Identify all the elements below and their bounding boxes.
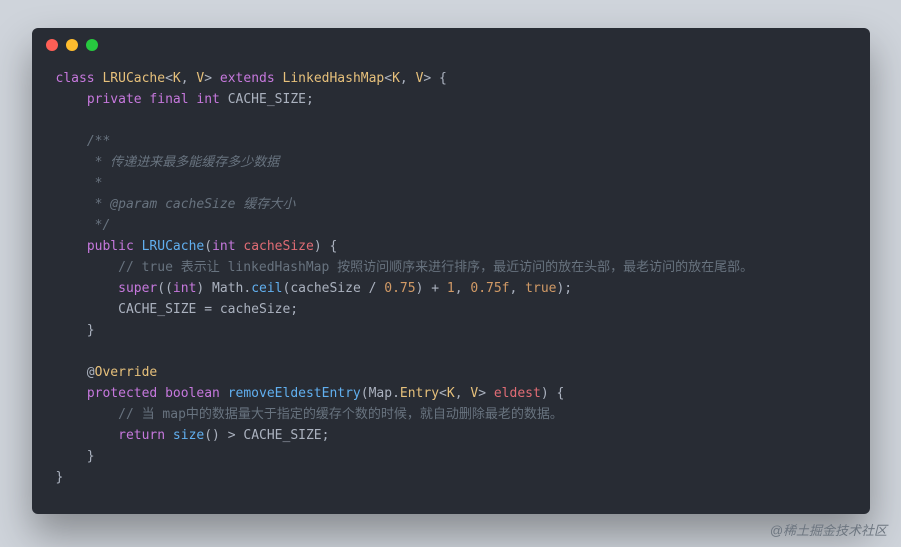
code-token: > { (423, 71, 446, 86)
code-token (56, 260, 119, 275)
code-token: 0.75 (384, 281, 415, 296)
code-token (56, 239, 87, 254)
code-token: return (118, 428, 173, 443)
code-token (56, 134, 87, 149)
code-token: K (447, 386, 455, 401)
code-token: > (204, 71, 220, 86)
code-token: true (525, 281, 556, 296)
code-token: * 传递进来最多能缓存多少数据 (56, 155, 280, 170)
code-token: LinkedHashMap (283, 71, 385, 86)
code-token: */ (56, 218, 111, 233)
code-token: (cacheSize / (283, 281, 385, 296)
code-token: ); (556, 281, 572, 296)
code-token: // true 表示让 linkedHashMap 按照访问顺序来进行排序，最近… (118, 260, 753, 275)
code-token: ) { (541, 386, 564, 401)
code-token: , (400, 71, 416, 86)
code-token: Override (95, 365, 158, 380)
window-titlebar (32, 28, 870, 62)
code-token: Entry (400, 386, 439, 401)
code-token (56, 281, 119, 296)
code-token: size (173, 428, 204, 443)
watermark-text: @稀土掘金技术社区 (770, 520, 887, 539)
code-token: } (56, 470, 64, 485)
close-icon[interactable] (46, 39, 58, 51)
code-token (56, 407, 119, 422)
code-token: < (439, 386, 447, 401)
code-token: K (173, 71, 181, 86)
code-token: extends (220, 71, 283, 86)
code-token: ) { (314, 239, 337, 254)
code-token: ) Math. (196, 281, 251, 296)
code-token: CACHE_SIZE; (228, 92, 314, 107)
maximize-icon[interactable] (86, 39, 98, 51)
code-token: , (455, 386, 471, 401)
code-token: cacheSize (243, 239, 313, 254)
code-token: K (392, 71, 400, 86)
code-token: () > CACHE_SIZE; (204, 428, 329, 443)
code-token: removeEldestEntry (228, 386, 361, 401)
code-token: < (384, 71, 392, 86)
code-token: (Map. (361, 386, 400, 401)
code-token: 0.75f (470, 281, 509, 296)
code-token: /** (87, 134, 110, 149)
code-token: , (455, 281, 471, 296)
code-token: > (478, 386, 494, 401)
code-token: CACHE_SIZE = cacheSize; (56, 302, 299, 317)
code-token: protected boolean (87, 386, 228, 401)
code-window: class LRUCache<K, V> extends LinkedHashM… (32, 28, 870, 514)
code-token: V (470, 386, 478, 401)
code-token: ) + (416, 281, 447, 296)
code-content: class LRUCache<K, V> extends LinkedHashM… (32, 62, 870, 514)
code-token: super (118, 281, 157, 296)
code-token: < (165, 71, 173, 86)
code-token: @ (56, 365, 95, 380)
code-token: ceil (251, 281, 282, 296)
code-token: * @param cacheSize 缓存大小 (56, 197, 296, 212)
code-token: private final int (87, 92, 228, 107)
code-token: class (56, 71, 103, 86)
code-token: 1 (447, 281, 455, 296)
code-token: ( (204, 239, 212, 254)
code-token (56, 92, 87, 107)
code-token: LRUCache (102, 71, 165, 86)
code-token: } (56, 449, 95, 464)
code-token: int (173, 281, 196, 296)
code-token: public (87, 239, 142, 254)
code-token: * (56, 176, 103, 191)
code-token: eldest (494, 386, 541, 401)
code-token: LRUCache (142, 239, 205, 254)
code-token: (( (157, 281, 173, 296)
minimize-icon[interactable] (66, 39, 78, 51)
code-token: } (56, 323, 95, 338)
code-token (56, 386, 87, 401)
code-token: , (181, 71, 197, 86)
code-token: // 当 map中的数据量大于指定的缓存个数的时候，就自动删除最老的数据。 (118, 407, 563, 422)
code-token: int (212, 239, 243, 254)
code-token (56, 428, 119, 443)
code-token: , (510, 281, 526, 296)
